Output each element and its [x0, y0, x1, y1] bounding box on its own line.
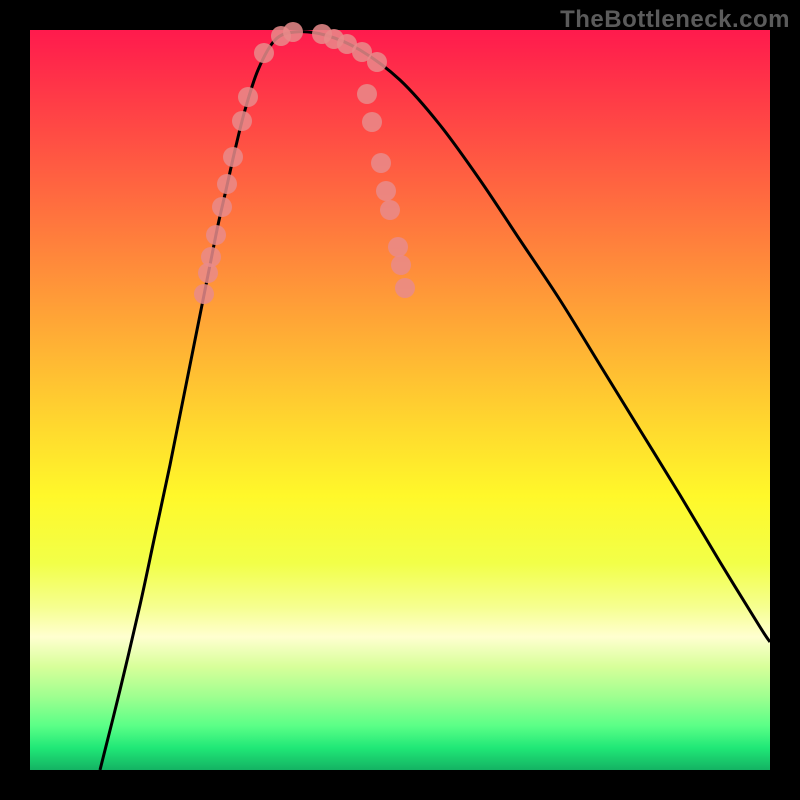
curve-path	[100, 32, 770, 770]
marker-dot	[201, 247, 221, 267]
marker-dot	[232, 111, 252, 131]
marker-dot	[212, 197, 232, 217]
marker-dot	[217, 174, 237, 194]
marker-dot	[283, 22, 303, 42]
marker-dot	[194, 284, 214, 304]
marker-dot	[395, 278, 415, 298]
marker-dot	[391, 255, 411, 275]
marker-dot	[376, 181, 396, 201]
marker-dot	[223, 147, 243, 167]
marker-dot	[362, 112, 382, 132]
marker-dot	[367, 52, 387, 72]
marker-dot	[254, 43, 274, 63]
marker-dot	[357, 84, 377, 104]
marker-dot	[371, 153, 391, 173]
chart-svg	[30, 30, 770, 770]
marker-dot	[380, 200, 400, 220]
marker-dot	[206, 225, 226, 245]
marker-dot	[388, 237, 408, 257]
watermark-text: TheBottleneck.com	[560, 6, 790, 34]
chart-container: TheBottleneck.com	[0, 0, 800, 800]
marker-dots	[194, 22, 415, 304]
plot-area	[30, 30, 770, 770]
marker-dot	[238, 87, 258, 107]
